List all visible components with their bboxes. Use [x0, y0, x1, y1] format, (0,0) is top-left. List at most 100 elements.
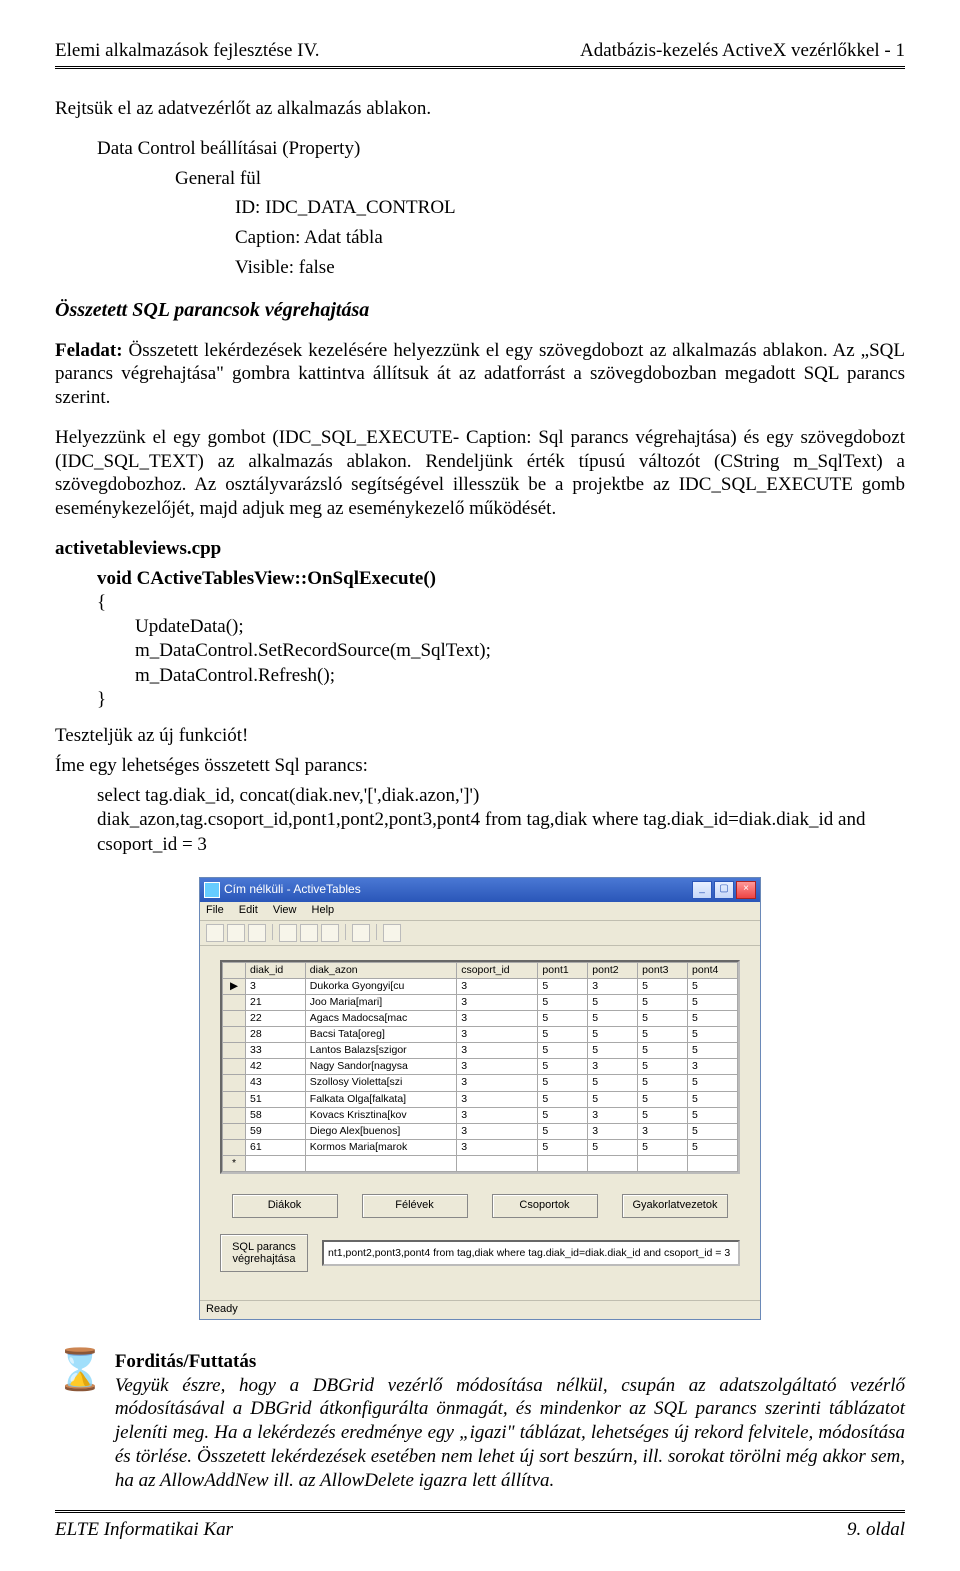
table-row[interactable]: 43Szollosy Violetta[szi35555	[223, 1075, 738, 1091]
toolbar-cut-icon[interactable]	[279, 924, 297, 942]
toolbar-new-icon[interactable]	[206, 924, 224, 942]
cell[interactable]: 3	[688, 1059, 738, 1075]
row-selector[interactable]	[223, 1059, 246, 1075]
cell[interactable]: 3	[457, 994, 538, 1010]
cell[interactable]: 5	[638, 1027, 688, 1043]
cell[interactable]: Kormos Maria[marok	[305, 1139, 456, 1155]
cell[interactable]: 5	[688, 1027, 738, 1043]
cell[interactable]: Szollosy Violetta[szi	[305, 1075, 456, 1091]
cell[interactable]: 5	[538, 1027, 588, 1043]
menu-help[interactable]: Help	[312, 904, 335, 916]
cell[interactable]: 42	[246, 1059, 306, 1075]
column-header[interactable]: diak_azon	[305, 962, 456, 978]
sql-execute-button[interactable]: SQL parancs végrehajtása	[220, 1234, 308, 1272]
cell[interactable]: 3	[588, 1059, 638, 1075]
toolbar-copy-icon[interactable]	[300, 924, 318, 942]
cell[interactable]: Agacs Madocsa[mac	[305, 1010, 456, 1026]
toolbar-print-icon[interactable]	[352, 924, 370, 942]
cell[interactable]: 5	[638, 1010, 688, 1026]
row-selector[interactable]	[223, 1043, 246, 1059]
table-row[interactable]: 28Bacsi Tata[oreg]35555	[223, 1027, 738, 1043]
cell[interactable]: 3	[457, 1059, 538, 1075]
table-row[interactable]: 42Nagy Sandor[nagysa35353	[223, 1059, 738, 1075]
toolbar-help-icon[interactable]	[383, 924, 401, 942]
cell[interactable]: 5	[638, 994, 688, 1010]
data-grid[interactable]: diak_iddiak_azoncsoport_idpont1pont2pont…	[220, 960, 740, 1175]
cell[interactable]: 5	[538, 1107, 588, 1123]
toolbar-open-icon[interactable]	[227, 924, 245, 942]
cell[interactable]: Nagy Sandor[nagysa	[305, 1059, 456, 1075]
column-header[interactable]: pont3	[638, 962, 688, 978]
cell[interactable]: 3	[457, 1075, 538, 1091]
minimize-button[interactable]: _	[692, 881, 712, 899]
table-row[interactable]: 33Lantos Balazs[szigor35555	[223, 1043, 738, 1059]
cell[interactable]: Lantos Balazs[szigor	[305, 1043, 456, 1059]
row-selector[interactable]	[223, 1075, 246, 1091]
cell[interactable]: 21	[246, 994, 306, 1010]
cell[interactable]: 3	[588, 1123, 638, 1139]
cell[interactable]: 3	[457, 1123, 538, 1139]
cell[interactable]: 5	[538, 994, 588, 1010]
cell[interactable]: 5	[538, 1043, 588, 1059]
cell[interactable]: 3	[457, 1010, 538, 1026]
column-header[interactable]: diak_id	[246, 962, 306, 978]
cell[interactable]: 61	[246, 1139, 306, 1155]
cell[interactable]: Kovacs Krisztina[kov	[305, 1107, 456, 1123]
cell[interactable]: 3	[457, 978, 538, 994]
table-row[interactable]: 61Kormos Maria[marok35555	[223, 1139, 738, 1155]
cell[interactable]: 5	[538, 1139, 588, 1155]
column-header[interactable]: csoport_id	[457, 962, 538, 978]
cell[interactable]: 22	[246, 1010, 306, 1026]
cell[interactable]: 5	[588, 1043, 638, 1059]
cell[interactable]: 5	[638, 1139, 688, 1155]
cell[interactable]: 5	[638, 1107, 688, 1123]
cell[interactable]: 58	[246, 1107, 306, 1123]
row-selector[interactable]: ▶	[223, 978, 246, 994]
cell[interactable]: Dukorka Gyongyi[cu	[305, 978, 456, 994]
new-row[interactable]	[223, 1156, 738, 1172]
column-header[interactable]: pont4	[688, 962, 738, 978]
cell[interactable]: 33	[246, 1043, 306, 1059]
cell[interactable]: 3	[457, 1107, 538, 1123]
toolbar-save-icon[interactable]	[248, 924, 266, 942]
maximize-button[interactable]: ▢	[714, 881, 734, 899]
cell[interactable]: Joo Maria[mari]	[305, 994, 456, 1010]
cell[interactable]: 3	[588, 978, 638, 994]
menu-file[interactable]: File	[206, 904, 224, 916]
column-header[interactable]: pont1	[538, 962, 588, 978]
cell[interactable]: 5	[588, 1075, 638, 1091]
cell[interactable]: 5	[688, 1075, 738, 1091]
table-row[interactable]: 51Falkata Olga[falkata]35555	[223, 1091, 738, 1107]
sql-text-input[interactable]: nt1,pont2,pont3,pont4 from tag,diak wher…	[322, 1240, 740, 1266]
toolbar-paste-icon[interactable]	[321, 924, 339, 942]
cell[interactable]: 5	[538, 1059, 588, 1075]
cell[interactable]: Bacsi Tata[oreg]	[305, 1027, 456, 1043]
csoportok-button[interactable]: Csoportok	[492, 1194, 598, 1218]
table-row[interactable]: 58Kovacs Krisztina[kov35355	[223, 1107, 738, 1123]
row-selector[interactable]	[223, 1010, 246, 1026]
diakok-button[interactable]: Diákok	[232, 1194, 338, 1218]
cell[interactable]: 5	[688, 994, 738, 1010]
table-row[interactable]: 59Diego Alex[buenos]35335	[223, 1123, 738, 1139]
cell[interactable]: 5	[538, 1091, 588, 1107]
cell[interactable]: 5	[688, 1043, 738, 1059]
cell[interactable]: 5	[638, 1075, 688, 1091]
gyakorlatvezetok-button[interactable]: Gyakorlatvezetok	[622, 1194, 729, 1218]
row-selector[interactable]	[223, 1123, 246, 1139]
cell[interactable]: 5	[588, 1139, 638, 1155]
menu-edit[interactable]: Edit	[239, 904, 258, 916]
cell[interactable]: 3	[638, 1123, 688, 1139]
cell[interactable]: 5	[588, 1091, 638, 1107]
cell[interactable]: Falkata Olga[falkata]	[305, 1091, 456, 1107]
cell[interactable]: 5	[688, 1123, 738, 1139]
cell[interactable]: 5	[688, 1139, 738, 1155]
cell[interactable]: 5	[638, 1043, 688, 1059]
cell[interactable]: 5	[688, 1107, 738, 1123]
row-selector[interactable]	[223, 1091, 246, 1107]
column-header[interactable]: pont2	[588, 962, 638, 978]
row-selector[interactable]	[223, 1139, 246, 1155]
cell[interactable]: Diego Alex[buenos]	[305, 1123, 456, 1139]
cell[interactable]: 3	[457, 1027, 538, 1043]
row-selector[interactable]	[223, 1107, 246, 1123]
row-selector[interactable]	[223, 1027, 246, 1043]
